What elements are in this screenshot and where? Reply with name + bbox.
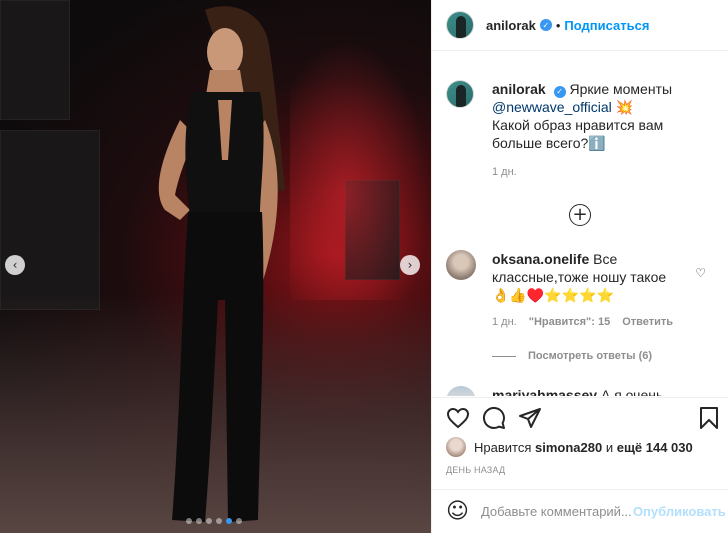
post-header: anilorak ✓ • Подписаться [432, 0, 728, 51]
view-replies-label: Посмотреть ответы (6) [528, 350, 653, 362]
comment-time[interactable]: 1 дн. [492, 316, 517, 328]
caption: anilorak ✓ Яркие моменты @newwave_offici… [432, 52, 728, 152]
load-more-comments-button[interactable]: + [569, 204, 591, 226]
add-comment-bar: ☺ Опубликовать [432, 489, 728, 533]
comment-likes-count[interactable]: "Нравится": 15 [529, 316, 610, 328]
photo-subject [158, 6, 285, 522]
comment-text: mariyahmassey А я очень богатый !!! Дене… [492, 386, 682, 396]
save-button[interactable] [697, 406, 721, 430]
commenter-avatar[interactable] [446, 386, 476, 396]
caption-emoji-1: 💥 [615, 99, 634, 115]
comment-username[interactable]: mariyahmassey [492, 387, 597, 396]
bookmark-icon [700, 407, 718, 429]
action-bar [432, 397, 728, 435]
comment-like-heart-icon[interactable]: ♡ [695, 266, 706, 280]
verified-badge-icon: ✓ [539, 19, 552, 31]
comments-list[interactable]: anilorak ✓ Яркие моменты @newwave_offici… [432, 52, 728, 396]
carousel-indicator [186, 518, 242, 524]
commenter-avatar[interactable] [446, 250, 476, 280]
likes-summary: Нравится simona280 и ещё 144 030 [446, 437, 693, 457]
speaker-stack [0, 0, 70, 120]
comment-username[interactable]: oksana.onelife [492, 251, 589, 267]
comment-item: mariyahmassey А я очень богатый !!! Дене… [432, 362, 728, 396]
caption-username[interactable]: anilorak [492, 81, 546, 97]
carousel-dot-active [226, 518, 232, 524]
follow-button[interactable]: Подписаться [564, 18, 649, 33]
caption-mention[interactable]: @newwave_official [492, 99, 612, 115]
comment-item: oksana.onelife Все классные,тоже ношу та… [432, 226, 728, 304]
carousel-dot [196, 518, 202, 524]
plus-icon: + [572, 204, 588, 225]
emoji-picker-icon[interactable]: ☺ [446, 499, 469, 524]
caption-avatar[interactable] [446, 80, 474, 108]
carousel-dot [186, 518, 192, 524]
send-icon [519, 408, 541, 428]
carousel-dot [216, 518, 222, 524]
author-username[interactable]: anilorak [486, 18, 536, 33]
likes-connector: и [605, 439, 614, 455]
verified-badge-icon: ✓ [553, 86, 566, 98]
caption-line1: Яркие моменты [569, 81, 673, 97]
likes-count[interactable]: ещё 144 030 [617, 440, 693, 455]
speaker-stack [0, 130, 100, 310]
comment-meta: 1 дн. "Нравится": 15 Ответить [492, 316, 728, 328]
author-avatar[interactable] [446, 11, 474, 39]
comment-input[interactable] [480, 504, 631, 519]
chevron-left-icon: ‹ [12, 258, 18, 272]
next-photo-button[interactable]: › [400, 255, 420, 275]
likes-prefix: Нравится [474, 439, 532, 455]
comment-text: oksana.onelife Все классные,тоже ношу та… [492, 250, 682, 304]
post-sidebar: anilorak ✓ • Подписаться anilorak ✓ Ярки… [431, 0, 728, 533]
heart-icon [446, 407, 470, 429]
carousel-dot [206, 518, 212, 524]
comment-bubble-icon [482, 406, 505, 429]
caption-text: anilorak ✓ Яркие моменты @newwave_offici… [492, 80, 714, 152]
caption-line2: Какой образ нравится вам больше всего? [492, 117, 664, 151]
post-date[interactable]: ДЕНЬ НАЗАД [446, 465, 505, 475]
caption-emoji-2: ℹ️ [588, 135, 606, 151]
view-replies-button[interactable]: Посмотреть ответы (6) [492, 350, 728, 362]
carousel-dot [236, 518, 242, 524]
replies-divider [492, 355, 516, 357]
like-button[interactable] [446, 406, 470, 430]
publish-button[interactable]: Опубликовать [633, 504, 726, 519]
share-button[interactable] [518, 406, 542, 430]
caption-time[interactable]: 1 дн. [492, 166, 728, 178]
comment-button[interactable] [482, 406, 506, 430]
prev-photo-button[interactable]: ‹ [5, 255, 25, 275]
post-photo[interactable]: ‹ › [0, 0, 431, 533]
header-separator: • [555, 17, 561, 33]
reply-button[interactable]: Ответить [622, 316, 673, 328]
liker-username[interactable]: simona280 [535, 440, 602, 455]
chevron-right-icon: › [407, 258, 413, 272]
liker-avatar[interactable] [446, 437, 466, 457]
